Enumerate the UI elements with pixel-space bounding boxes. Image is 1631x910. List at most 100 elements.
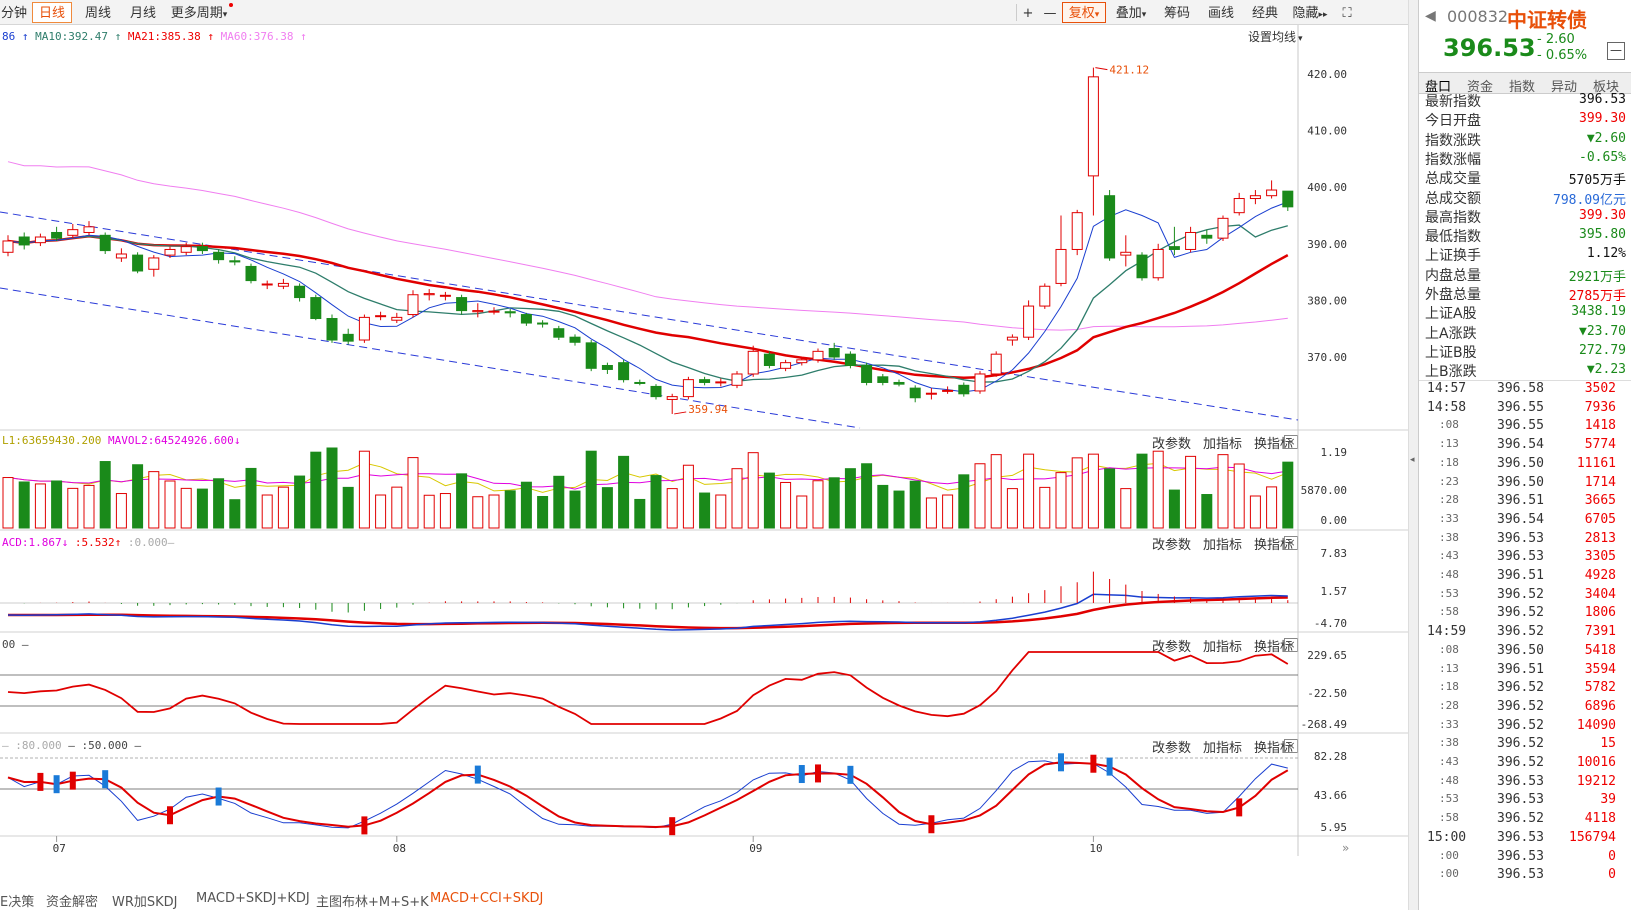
candle-body [310,297,322,320]
field-value: 395.80 [1579,227,1626,243]
template-tab-macd-cci-skdj[interactable]: MACD+CCI+SKDJ [430,891,543,906]
volume-bar [828,477,840,529]
tick-row: :58 396.52 1806 [1419,605,1631,624]
tick-price: 396.58 [1497,381,1544,396]
candle-body [375,315,387,318]
tick-row: :18 396.50 11161 [1419,456,1631,475]
template-tab-e-decision[interactable]: E决策 [0,891,34,910]
tick-time: :00 [1439,848,1459,862]
volume-bar [1039,486,1051,529]
candle-body [877,376,889,383]
candle-body [67,229,79,236]
y-axis-macd-label: -4.70 [1314,617,1347,630]
tick-volume: 3404 [1584,586,1616,602]
candle-body [472,310,484,313]
y-axis-cci-label: -268.49 [1301,718,1347,731]
minimize-icon[interactable]: — [1607,42,1625,60]
dead-cross-marker [102,770,109,789]
y-axis-labels: 420.00 410.00 400.00 390.00 380.00 370.00 1.19… [1301,68,1347,834]
chart-grid [0,25,1408,856]
collapse-arrow-icon[interactable]: ◂ [1410,455,1415,465]
tick-row: :33 396.52 14090 [1419,718,1631,737]
field-value: 2921万手 [1568,269,1626,285]
candle-body [1152,248,1164,279]
candle-body [2,240,14,253]
volume-bar [245,467,257,529]
volume-bar [456,473,468,529]
candle-body [423,293,435,296]
tick-time: :43 [1439,549,1459,563]
y-axis-cci-label: -22.50 [1307,687,1347,700]
tick-price: 396.52 [1497,717,1544,733]
quote-field-row: 上证换手 1.12% [1419,245,1631,265]
tick-row: :48 396.53 19212 [1419,774,1631,793]
tick-time: :08 [1439,642,1459,656]
candle-body [456,297,468,312]
scroll-right-icon: » [1342,841,1349,855]
tick-price: 396.51 [1497,568,1544,583]
volume-bar [1168,489,1180,529]
volume-bar [294,475,306,529]
candle-body [99,234,111,252]
candle-body [812,350,824,361]
candle-body [391,316,403,321]
low-label: 359.94 [688,403,728,416]
tick-time: :13 [1439,437,1459,451]
template-tab-boll-mskd[interactable]: 主图布林+M+S+K [316,891,429,910]
tick-row: :48 396.51 4928 [1419,568,1631,587]
tick-volume: 11161 [1576,455,1616,471]
volume-bar [909,480,921,529]
volume-bar [180,487,192,529]
tick-price: 396.52 [1497,736,1544,752]
chart-annotations: 421.12 359.94 [37,64,1243,836]
tick-volume: 0 [1608,867,1616,883]
volume-bar [650,475,662,529]
volume-bar [1152,450,1164,529]
volume-bar [812,480,824,529]
candle-body [537,322,549,325]
candle-body [666,396,678,400]
volume-bar [861,463,873,529]
field-value: 272.79 [1579,342,1626,358]
tick-price: 396.50 [1497,642,1544,658]
tick-price: 396.53 [1497,848,1544,864]
template-tab-wr-skdj[interactable]: WR加SKDJ [112,891,178,910]
volume-bar [731,468,743,529]
volume-bar [1071,457,1083,529]
candle-body [358,316,370,341]
prev-arrow-icon[interactable]: ◀ [1425,8,1436,24]
tick-time: :43 [1439,755,1459,768]
tick-row: :53 396.52 3404 [1419,587,1631,606]
template-tab-macd-skdj-kdj[interactable]: MACD+SKDJ+KDJ [196,891,310,906]
candle-body [504,311,516,314]
tick-volume: 19212 [1576,773,1616,789]
tick-row: 15:00 396.53 156794 [1419,830,1631,849]
tick-row: :28 396.52 6896 [1419,699,1631,718]
golden-cross-marker [37,772,44,791]
tick-time: :33 [1439,511,1459,525]
tick-price: 396.54 [1497,437,1544,453]
volume-bar [310,451,322,529]
quote-field-row: 外盘总量 2785万手 [1419,284,1631,304]
candle-body [974,373,986,392]
candle-body [1120,251,1132,256]
quote-field-row: 上A涨跌 ▼23.70 [1419,323,1631,343]
candle-body [326,318,338,341]
tick-volume: 4118 [1584,811,1616,827]
tick-row: 14:58 396.55 7936 [1419,400,1631,419]
template-tab-fund-decode[interactable]: 资金解密 [46,891,98,910]
panel-splitter[interactable]: ◂ [1408,0,1418,910]
candle-body [893,381,905,385]
tick-volume: 15 [1600,736,1616,752]
tick-price: 396.53 [1497,773,1544,789]
tick-time: :28 [1439,698,1459,712]
volume-bar [942,494,954,529]
volume-bar [1087,453,1099,529]
candlestick-series [2,67,1294,414]
tick-price: 396.53 [1497,530,1544,546]
volume-bar [132,464,144,529]
golden-cross-marker [815,764,821,783]
candle-body [1006,336,1018,341]
kline-chart[interactable]: 420.00 410.00 400.00 390.00 380.00 370.00 1.19… [0,0,1408,888]
y-axis-main-label: 420.00 [1307,68,1347,81]
